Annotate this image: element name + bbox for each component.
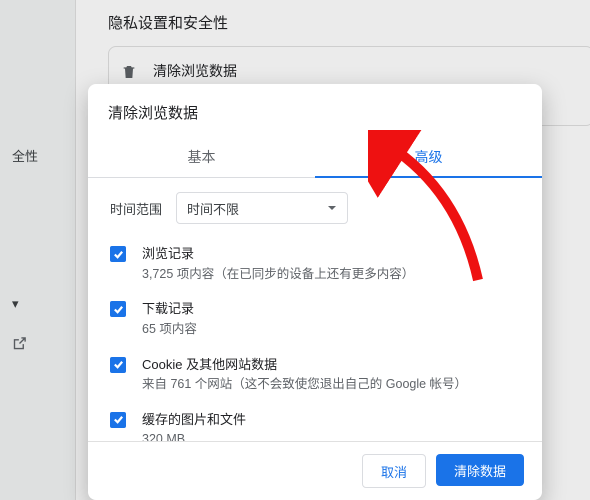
checkbox-item: Cookie 及其他网站数据来自 761 个网站（这不会致使您退出自己的 Goo…: [110, 347, 520, 402]
dialog-tabs: 基本 高级: [88, 137, 542, 178]
clear-browsing-data-dialog: 清除浏览数据 基本 高级 时间范围 时间不限 浏览记录3,725 项内容（在已同…: [88, 84, 542, 500]
item-title: 浏览记录: [142, 244, 414, 264]
item-title: 缓存的图片和文件: [142, 410, 246, 430]
checkbox-item: 下载记录65 项内容: [110, 291, 520, 346]
cancel-button[interactable]: 取消: [362, 454, 426, 488]
item-subtitle: 320 MB: [142, 430, 246, 441]
time-range-value: 时间不限: [187, 199, 239, 218]
checkbox-item: 缓存的图片和文件320 MB: [110, 402, 520, 441]
checkbox[interactable]: [110, 246, 126, 262]
checkbox[interactable]: [110, 301, 126, 317]
item-title: Cookie 及其他网站数据: [142, 355, 467, 375]
dialog-title: 清除浏览数据: [88, 84, 542, 137]
item-subtitle: 3,725 项内容（在已同步的设备上还有更多内容）: [142, 265, 414, 284]
item-subtitle: 来自 761 个网站（这不会致使您退出自己的 Google 帐号）: [142, 375, 467, 394]
item-title: 下载记录: [142, 299, 197, 319]
dialog-body: 时间范围 时间不限 浏览记录3,725 项内容（在已同步的设备上还有更多内容）下…: [88, 178, 542, 441]
time-range-label: 时间范围: [110, 199, 162, 218]
clear-data-button[interactable]: 清除数据: [436, 454, 524, 486]
chevron-down-icon: [327, 203, 337, 213]
checkbox-item: 浏览记录3,725 项内容（在已同步的设备上还有更多内容）: [110, 236, 520, 291]
dialog-footer: 取消 清除数据: [88, 441, 542, 500]
checkbox[interactable]: [110, 357, 126, 373]
tab-advanced[interactable]: 高级: [315, 137, 542, 177]
item-subtitle: 65 项内容: [142, 320, 197, 339]
tab-basic[interactable]: 基本: [88, 137, 315, 177]
checkbox[interactable]: [110, 412, 126, 428]
time-range-select[interactable]: 时间不限: [176, 192, 348, 224]
